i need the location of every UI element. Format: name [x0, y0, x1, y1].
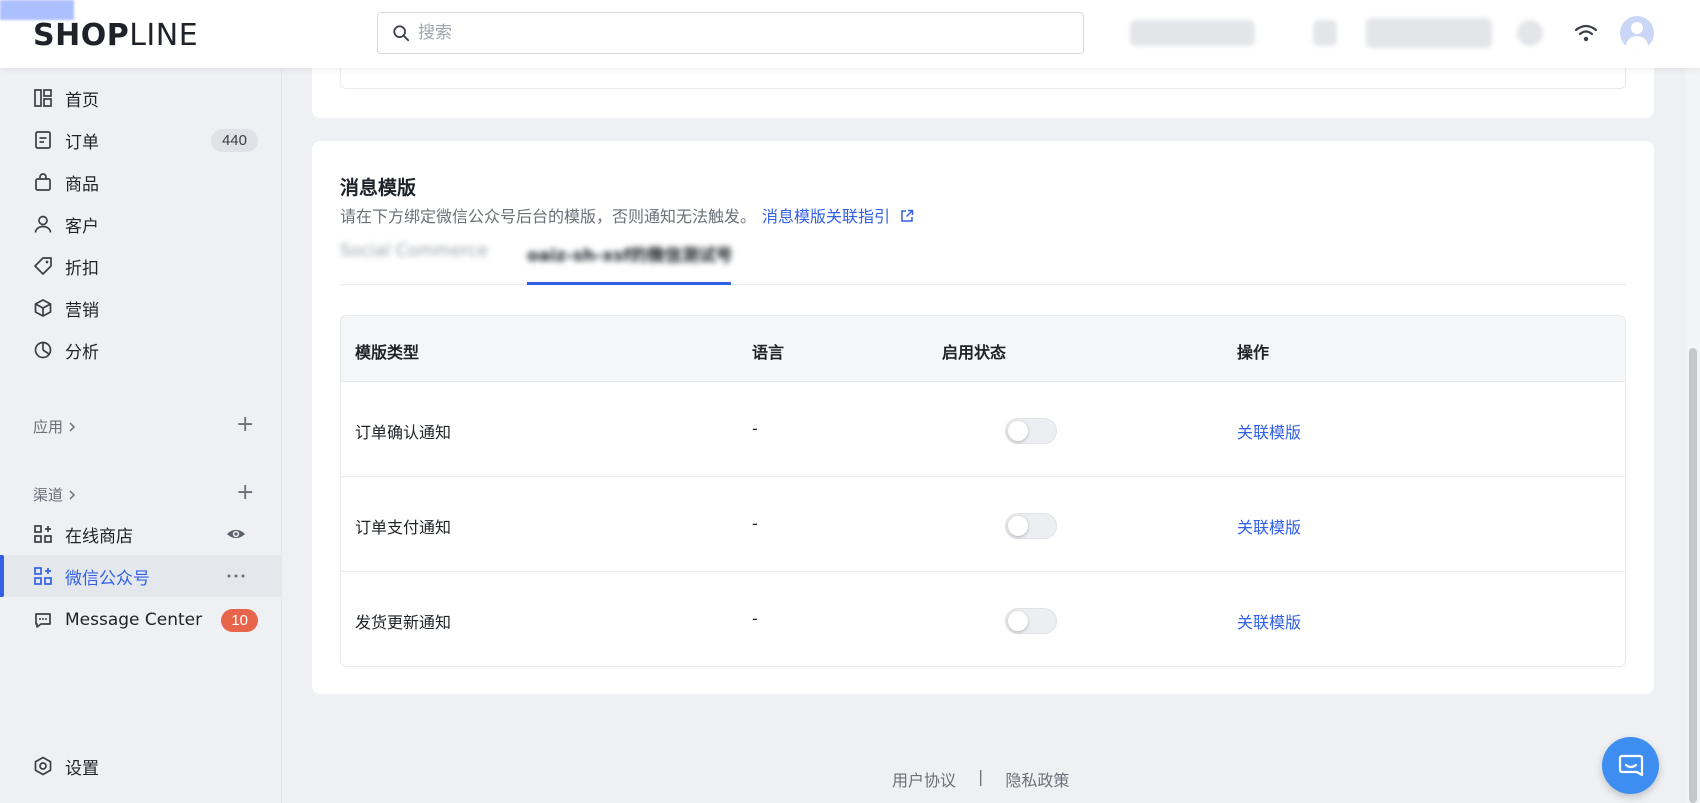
- search-icon: [393, 25, 410, 42]
- card-description: 请在下方绑定微信公众号后台的模版，否则通知无法触发。 消息模版关联指引: [340, 203, 914, 227]
- bag-icon: [35, 173, 51, 191]
- add-app-button[interactable]: +: [236, 414, 254, 436]
- message-templates-card: 消息模版 请在下方绑定微信公众号后台的模版，否则通知无法触发。 消息模版关联指引 …: [312, 141, 1654, 694]
- chat-bubble-icon: [1618, 754, 1643, 776]
- link-template-button[interactable]: 关联模版: [1237, 609, 1301, 633]
- link-template-button[interactable]: 关联模版: [1237, 514, 1301, 538]
- help-icon[interactable]: [1517, 20, 1543, 46]
- chevron-right-icon: [69, 489, 76, 500]
- sidebar-item-settings[interactable]: 设置: [0, 745, 282, 787]
- previous-card: [312, 60, 1654, 118]
- column-header-type: 模版类型: [355, 343, 420, 362]
- sidebar-item-products[interactable]: 商品: [0, 161, 282, 203]
- wifi-icon[interactable]: [1570, 17, 1602, 49]
- channels-section-header[interactable]: 渠道: [33, 484, 78, 505]
- sidebar-item-orders[interactable]: 订单 440: [0, 119, 282, 161]
- sidebar-item-label: 微信公众号: [65, 568, 150, 589]
- grid-plus-icon: [34, 525, 52, 543]
- footer-links: 用户协议 | 隐私政策: [892, 767, 1069, 791]
- sidebar-item-online-store[interactable]: 在线商店: [0, 513, 282, 555]
- user-avatar[interactable]: [1620, 16, 1654, 50]
- chevron-right-icon: [69, 421, 76, 432]
- sidebar-item-home[interactable]: 首页: [0, 77, 282, 119]
- card-title: 消息模版: [340, 177, 417, 199]
- sidebar-item-label: 设置: [65, 758, 99, 779]
- support-chat-button[interactable]: [1602, 737, 1659, 794]
- column-header-action: 操作: [1237, 343, 1270, 362]
- sidebar-item-message-center[interactable]: Message Center 10: [0, 599, 282, 641]
- sidebar-item-label: 分析: [65, 342, 99, 363]
- sidebar-item-label: 折扣: [65, 258, 99, 279]
- order-count-badge: 440: [210, 128, 258, 152]
- template-language: -: [752, 514, 758, 533]
- tab-social-commerce[interactable]: Social Commerce: [340, 241, 490, 285]
- grid-plus-icon: [34, 567, 52, 585]
- template-guide-link[interactable]: 消息模版关联指引: [762, 207, 914, 226]
- search-input[interactable]: [418, 23, 1058, 43]
- selection-highlight: [0, 0, 74, 20]
- eye-icon[interactable]: [226, 524, 246, 544]
- tag-icon: [34, 257, 52, 275]
- sidebar-item-label: 订单: [65, 132, 99, 153]
- sidebar-item-customers[interactable]: 客户: [0, 203, 282, 245]
- sidebar-item-label: 在线商店: [65, 526, 133, 547]
- dashboard-icon: [34, 89, 52, 107]
- footer-separator: |: [978, 767, 984, 786]
- template-language: -: [752, 419, 758, 438]
- search-box[interactable]: [377, 12, 1084, 54]
- link-template-button[interactable]: 关联模版: [1237, 419, 1301, 443]
- notification-icon[interactable]: [1313, 20, 1337, 46]
- template-language: -: [752, 609, 758, 628]
- privacy-link[interactable]: 隐私政策: [1005, 767, 1069, 791]
- sidebar-item-label: 客户: [65, 216, 99, 237]
- person-icon: [34, 215, 52, 233]
- shopline-logo[interactable]: SHOPLINE: [33, 18, 198, 53]
- template-type: 发货更新通知: [355, 613, 452, 632]
- apps-section-header[interactable]: 应用: [33, 416, 78, 437]
- active-tab-indicator: [527, 282, 731, 285]
- store-switcher[interactable]: [1130, 20, 1255, 46]
- account-info[interactable]: [1366, 18, 1492, 48]
- sidebar-item-marketing[interactable]: 营销: [0, 287, 282, 329]
- cube-icon: [34, 299, 52, 317]
- chat-icon: [35, 613, 51, 628]
- sidebar-item-analytics[interactable]: 分析: [0, 329, 282, 371]
- sidebar-item-label: 营销: [65, 300, 99, 321]
- enable-toggle[interactable]: [1005, 608, 1057, 634]
- template-type: 订单支付通知: [355, 518, 452, 537]
- terms-link[interactable]: 用户协议: [892, 767, 956, 791]
- table-row: 订单确认通知 - 关联模版: [341, 382, 1625, 477]
- enable-toggle[interactable]: [1005, 418, 1057, 444]
- table-row: 发货更新通知 - 关联模版: [341, 572, 1625, 666]
- sidebar-item-label: 商品: [65, 174, 99, 195]
- order-icon: [35, 131, 51, 149]
- message-count-badge: 10: [221, 608, 258, 632]
- top-bar: SHOPLINE: [0, 0, 1700, 68]
- sidebar-item-discounts[interactable]: 折扣: [0, 245, 282, 287]
- account-tabs: Social Commerce oaiz-sh-xsf的微信测试号: [340, 231, 1626, 285]
- external-link-icon: [901, 209, 914, 222]
- pie-chart-icon: [34, 341, 52, 359]
- template-type: 订单确认通知: [355, 423, 452, 442]
- sidebar-item-label: Message Center: [65, 610, 203, 630]
- page-scrollbar[interactable]: [1686, 68, 1700, 803]
- more-options-icon[interactable]: [226, 566, 246, 586]
- table-header: 模版类型 语言 启用状态 操作: [341, 316, 1625, 382]
- templates-table: 模版类型 语言 启用状态 操作 订单确认通知 - 关联模版 订单支付通知 - 关…: [340, 315, 1626, 667]
- sidebar: 首页 订单 440 商品 客户 折扣 营销 分析 应用 + 渠道 + 在线商店: [0, 68, 282, 803]
- settings-icon: [34, 756, 52, 776]
- tab-wechat-account[interactable]: oaiz-sh-xsf的微信测试号: [527, 241, 733, 285]
- sidebar-item-label: 首页: [65, 90, 99, 111]
- scrollbar-thumb[interactable]: [1689, 348, 1697, 803]
- column-header-language: 语言: [752, 343, 785, 362]
- column-header-status: 启用状态: [942, 343, 1007, 362]
- add-channel-button[interactable]: +: [236, 482, 254, 504]
- sidebar-item-wechat-official[interactable]: 微信公众号: [0, 555, 282, 597]
- enable-toggle[interactable]: [1005, 513, 1057, 539]
- table-row: 订单支付通知 - 关联模版: [341, 477, 1625, 572]
